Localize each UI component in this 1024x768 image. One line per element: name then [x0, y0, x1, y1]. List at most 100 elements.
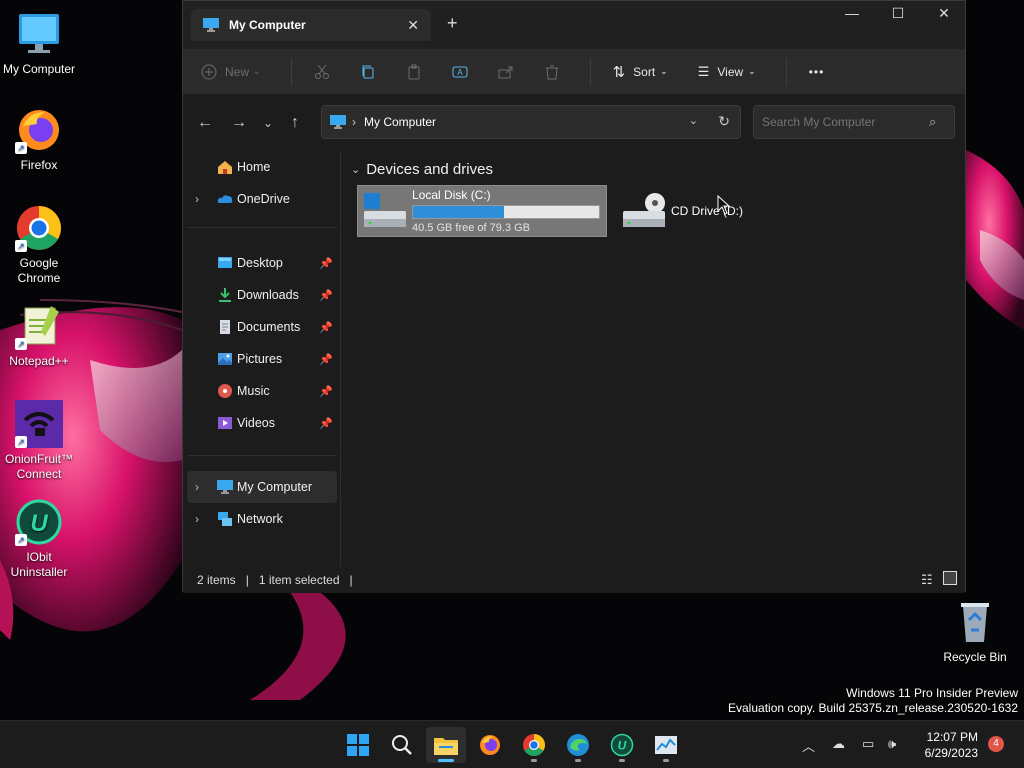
sidebar-item-home[interactable]: Home: [187, 151, 337, 183]
drive-tile-d[interactable]: CD Drive (D:): [617, 185, 797, 237]
sidebar-item-onedrive[interactable]: › OneDrive: [187, 183, 337, 215]
pin-icon: 📌: [319, 257, 333, 270]
view-list-icon: ☰: [697, 63, 710, 79]
more-options-button[interactable]: •••: [809, 56, 825, 88]
chevron-right-icon[interactable]: ›: [195, 512, 199, 526]
sort-button[interactable]: ⇅ Sort ⌄: [613, 56, 668, 88]
toolbar-divider: [290, 57, 292, 86]
details-view-icon[interactable]: ☷: [921, 572, 933, 588]
desktop-icon-firefox[interactable]: ↗ Firefox: [0, 106, 78, 173]
drive-tile-c[interactable]: Local Disk (C:) 40.5 GB free of 79.3 GB: [357, 185, 607, 237]
new-tab-button[interactable]: +: [447, 13, 458, 34]
back-button[interactable]: ←: [197, 114, 213, 132]
clipboard-icon: [408, 64, 420, 79]
search-input[interactable]: [753, 105, 955, 139]
share-button[interactable]: [498, 56, 514, 88]
sidebar-divider: [187, 227, 337, 228]
new-label: New: [225, 64, 250, 79]
svg-text:A: A: [457, 68, 463, 77]
chevron-right-icon[interactable]: ›: [195, 192, 199, 206]
desktop-icon-notepadpp[interactable]: ↗ Notepad++: [0, 302, 78, 369]
notification-badge[interactable]: 4: [988, 736, 1004, 752]
selection-count: 1 item selected: [258, 573, 340, 587]
network-status-icon[interactable]: ▭: [862, 736, 874, 752]
chrome-icon: [523, 734, 545, 756]
taskbar-task-manager[interactable]: [646, 727, 686, 763]
running-indicator: [531, 759, 537, 762]
view-button[interactable]: ☰ View ⌄: [698, 56, 756, 88]
desktop-icon-iobit[interactable]: U ↗ IObit Uninstaller: [0, 498, 78, 580]
sidebar-item-desktop[interactable]: Desktop 📌: [187, 247, 337, 279]
sidebar-item-label: Documents: [237, 320, 301, 334]
close-window-button[interactable]: ✕: [921, 5, 967, 29]
copy-icon: [362, 65, 374, 78]
task-manager-icon: [655, 736, 677, 754]
clock-time: 12:07 PM: [926, 730, 978, 744]
group-header[interactable]: ⌄ Devices and drives: [351, 161, 493, 178]
sidebar-item-my-computer[interactable]: › My Computer: [187, 471, 337, 503]
sidebar-item-documents[interactable]: Documents 📌: [187, 311, 337, 343]
navigation-pane: Home › OneDrive Desktop 📌 Downloads 📌 Do…: [183, 151, 341, 567]
taskbar-edge[interactable]: [558, 727, 598, 763]
iobit-icon: U ↗: [15, 498, 63, 546]
volume-icon[interactable]: 🕪: [888, 736, 896, 752]
recent-locations-button[interactable]: ⌄: [263, 116, 273, 130]
breadcrumb[interactable]: My Computer: [364, 115, 436, 129]
show-hidden-icons-button[interactable]: ︿: [802, 736, 815, 755]
desktop-icon-recycle-bin[interactable]: Recycle Bin: [936, 598, 1014, 665]
file-explorer-window: My Computer ✕ + — ☐ ✕ New ⌄ A ⇅ Sort ⌄ ☰…: [182, 0, 966, 593]
refresh-icon[interactable]: ↻: [718, 113, 730, 130]
sidebar-item-network[interactable]: › Network: [187, 503, 337, 535]
taskbar-firefox[interactable]: [470, 727, 510, 763]
sidebar-item-music[interactable]: Music 📌: [187, 375, 337, 407]
title-bar[interactable]: My Computer ✕ + — ☐ ✕: [183, 1, 965, 49]
address-dropdown-icon[interactable]: ⌄: [689, 114, 698, 127]
sidebar-item-downloads[interactable]: Downloads 📌: [187, 279, 337, 311]
taskbar-iobit[interactable]: U: [602, 727, 642, 763]
onedrive-offline-icon[interactable]: ☁: [832, 736, 845, 752]
tiles-view-icon[interactable]: [943, 571, 957, 585]
address-row: ← → ⌄ ↑ › My Computer ⌄ ↻ ⌕: [183, 95, 965, 151]
address-bar[interactable]: › My Computer ⌄ ↻: [321, 105, 741, 139]
desktop-icon-chrome[interactable]: ↗ Google Chrome: [0, 204, 78, 286]
close-tab-icon[interactable]: ✕: [407, 17, 419, 34]
desktop-icon-my-computer[interactable]: My Computer: [0, 10, 78, 77]
file-explorer-icon: [434, 738, 458, 755]
sidebar-item-label: Downloads: [237, 288, 299, 302]
firefox-icon: [480, 735, 500, 755]
sidebar-item-videos[interactable]: Videos 📌: [187, 407, 337, 439]
up-button[interactable]: ↑: [291, 114, 299, 132]
tab-my-computer[interactable]: My Computer ✕: [191, 9, 431, 41]
computer-icon: [203, 18, 219, 32]
new-button[interactable]: New ⌄: [201, 56, 261, 88]
desktop-icon-onionfruit[interactable]: ↗ OnionFruit™ Connect: [0, 400, 78, 482]
copy-button[interactable]: [360, 56, 376, 88]
delete-button[interactable]: [544, 56, 560, 88]
maximize-button[interactable]: ☐: [875, 5, 921, 29]
trash-icon: [545, 65, 558, 79]
cut-button[interactable]: [314, 56, 330, 88]
chevron-right-icon[interactable]: ›: [195, 480, 199, 494]
search-icon: [392, 735, 412, 755]
rename-button[interactable]: A: [452, 56, 468, 88]
system-clock[interactable]: 12:07 PM 6/29/2023: [910, 729, 978, 761]
minimize-button[interactable]: —: [829, 5, 875, 29]
sidebar-item-pictures[interactable]: Pictures 📌: [187, 343, 337, 375]
drive-usage-fill: [413, 206, 505, 218]
music-icon: [218, 384, 232, 398]
desktop-icon-label: My Computer: [2, 62, 76, 76]
taskbar-file-explorer[interactable]: [426, 727, 466, 763]
pin-icon: 📌: [319, 353, 333, 366]
drive-free-space: 40.5 GB free of 79.3 GB: [412, 222, 531, 234]
chrome-icon: ↗: [15, 204, 63, 252]
forward-button[interactable]: →: [231, 114, 247, 132]
content-pane: ⌄ Devices and drives Local Disk (C:) 40.…: [343, 151, 965, 567]
sidebar-item-label: OneDrive: [237, 192, 290, 206]
active-indicator: [438, 759, 454, 762]
start-button[interactable]: [338, 727, 378, 763]
taskbar: U ︿ ☁ ▭ 🕪 12:07 PM 6/29/2023: [0, 720, 1024, 768]
paste-button[interactable]: [406, 56, 422, 88]
taskbar-search-button[interactable]: [382, 727, 422, 763]
taskbar-chrome[interactable]: [514, 727, 554, 763]
network-icon: [218, 512, 232, 526]
